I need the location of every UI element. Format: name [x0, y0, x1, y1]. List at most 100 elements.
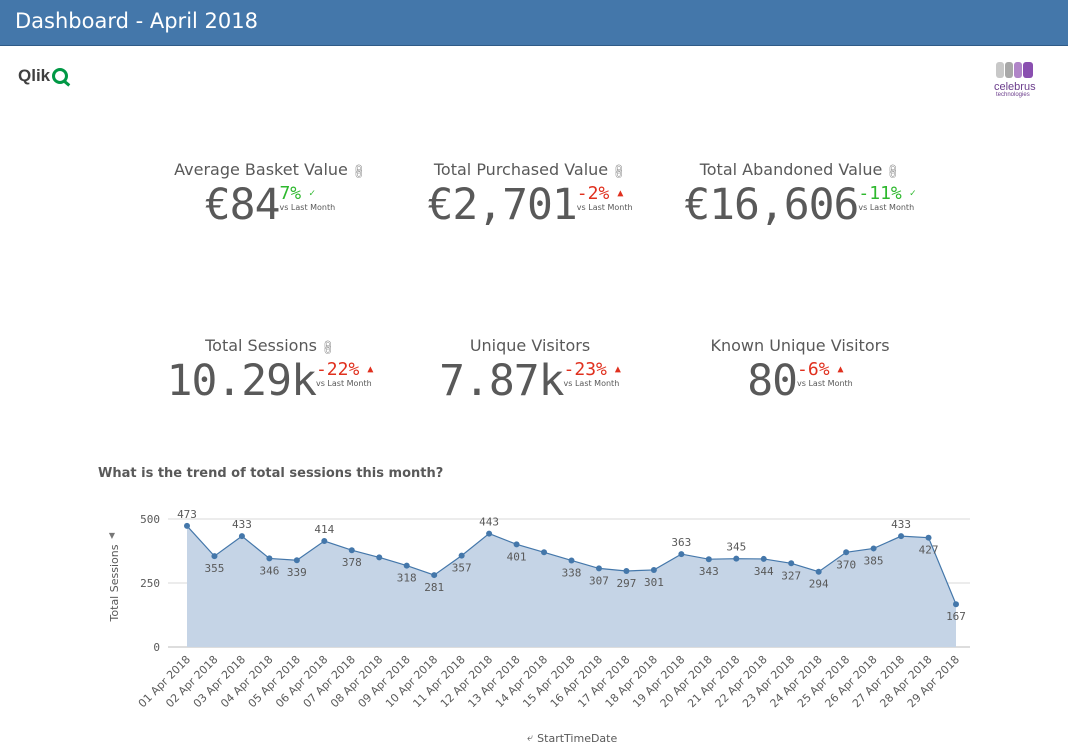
data-label: 344: [754, 565, 774, 578]
data-label: 297: [616, 577, 636, 590]
check-icon: ✓: [909, 188, 916, 199]
data-label: 345: [726, 541, 746, 554]
data-label: 433: [891, 518, 911, 531]
header-bar: Dashboard - April 2018: [0, 0, 1068, 46]
kpi-value: 7.87k: [439, 356, 564, 406]
kpi-delta-value: -23%: [563, 359, 607, 380]
data-label: 346: [259, 564, 279, 577]
data-point: [513, 541, 520, 548]
triangle-up-icon: ▲: [617, 188, 624, 199]
x-axis-label: StartTimeDate: [537, 731, 618, 745]
data-point: [953, 601, 959, 608]
link-icon: 🔗︎: [349, 161, 369, 182]
data-label: 281: [424, 581, 444, 594]
data-point: [266, 555, 273, 562]
y-tick-label: 0: [153, 641, 160, 654]
page-title: Dashboard - April 2018: [15, 9, 258, 33]
celebrus-sub: technologies: [996, 92, 1030, 98]
kpi-delta: -23% ▲: [564, 359, 621, 380]
kpi-label-text: Total Abandoned Value: [699, 160, 883, 179]
data-point: [733, 555, 740, 562]
triangle-up-icon: ▲: [837, 364, 844, 375]
data-label: 339: [287, 566, 307, 579]
data-point: [238, 533, 245, 540]
data-label: 301: [644, 576, 664, 589]
kpi-delta: -6% ▲: [797, 359, 844, 380]
data-point: [870, 545, 877, 552]
kpi-delta: -11% ✓: [858, 183, 915, 204]
kpi-delta-value: 7%: [279, 183, 302, 204]
data-label: 414: [314, 523, 334, 536]
data-point: [678, 551, 685, 558]
data-label: 343: [699, 565, 719, 578]
kpi-value: €84: [204, 180, 281, 230]
kpi-card[interactable]: Average Basket Value🔗︎ €84 7% ✓ vs Last Mont…: [140, 160, 400, 229]
triangle-up-icon: ▲: [367, 364, 374, 375]
y-tick-label: 250: [140, 577, 160, 590]
sort-arrow-icon: ▼: [109, 531, 116, 540]
kpi-label: Known Unique Visitors: [670, 336, 930, 355]
kpi-label-text: Unique Visitors: [469, 336, 591, 355]
data-label: 401: [507, 550, 527, 563]
data-point: [760, 555, 767, 562]
data-label: 327: [781, 569, 801, 582]
data-label: 473: [177, 508, 197, 521]
data-point: [925, 534, 932, 541]
kpi-delta: -22% ▲: [316, 359, 373, 380]
data-point: [898, 533, 905, 540]
link-icon: 🔗︎: [883, 161, 903, 182]
kpi-delta-value: -2%: [576, 183, 610, 204]
kpi-card[interactable]: Known Unique Visitors 80 -6% ▲ vs Last Month: [670, 336, 930, 405]
data-point: [348, 547, 355, 554]
kpi-comparison-label: vs Last Month: [858, 203, 915, 212]
kpi-value: 80: [747, 356, 798, 406]
data-label: 355: [205, 562, 225, 575]
data-point: [486, 530, 493, 537]
data-point: [403, 562, 410, 569]
data-label: 294: [809, 578, 829, 591]
data-point: [293, 557, 300, 564]
data-point: [815, 568, 822, 575]
data-label: 363: [671, 536, 691, 549]
sessions-area-chart[interactable]: 0 250 500 473 355 433 346 339 414 378 318 281 357 443…: [0, 490, 1068, 730]
data-point: [541, 549, 548, 556]
chart-title: What is the trend of total sessions this…: [98, 466, 444, 481]
data-label: 370: [836, 558, 856, 571]
link-icon: 🔗︎: [318, 337, 338, 358]
kpi-delta-value: -6%: [797, 359, 830, 380]
kpi-comparison-label: vs Last Month: [797, 379, 853, 388]
link-icon: 🔗︎: [609, 161, 629, 182]
kpi-label: Total Sessions🔗︎: [140, 336, 400, 358]
kpi-value: €16,606: [684, 180, 859, 230]
kpi-comparison-label: vs Last Month: [576, 203, 633, 212]
kpi-card[interactable]: Total Abandoned Value🔗︎ €16,606 -11% ✓ vs La…: [670, 160, 930, 229]
qlik-logo: Qlik: [18, 66, 69, 86]
kpi-delta-value: -11%: [858, 183, 902, 204]
kpi-label-text: Total Sessions: [205, 336, 317, 355]
data-label: 443: [479, 516, 499, 529]
kpi-label: Unique Visitors: [400, 336, 660, 355]
data-label: 378: [342, 556, 362, 569]
data-label: 385: [864, 554, 884, 567]
data-point: [650, 566, 657, 573]
dimension-icon: ⤶: [527, 731, 534, 744]
data-point: [705, 556, 712, 563]
kpi-card[interactable]: Total Purchased Value🔗︎ €2,701 -2% ▲ vs Last…: [400, 160, 660, 229]
kpi-card[interactable]: Total Sessions🔗︎ 10.29k -22% ▲ vs Last Month: [140, 336, 400, 405]
data-label: 427: [919, 544, 939, 557]
x-axis-dimension[interactable]: ⤶ StartTimeDate: [527, 731, 617, 745]
kpi-delta-value: -22%: [315, 359, 360, 380]
data-point: [458, 552, 465, 559]
kpi-label: Total Abandoned Value🔗︎: [670, 160, 930, 182]
data-label: 357: [452, 562, 472, 575]
kpi-card[interactable]: Unique Visitors 7.87k -23% ▲ vs Last Month: [400, 336, 660, 405]
data-point: [595, 565, 602, 572]
qlik-logo-text: Qlik: [18, 66, 51, 85]
kpi-label-text: Average Basket Value: [174, 160, 348, 179]
y-tick-label: 500: [140, 513, 160, 526]
data-point: [568, 557, 575, 564]
celebrus-logo: celebrus technologies: [990, 60, 1054, 100]
kpi-value: €2,701: [427, 180, 577, 230]
data-point: [376, 554, 383, 561]
data-point: [788, 560, 795, 567]
